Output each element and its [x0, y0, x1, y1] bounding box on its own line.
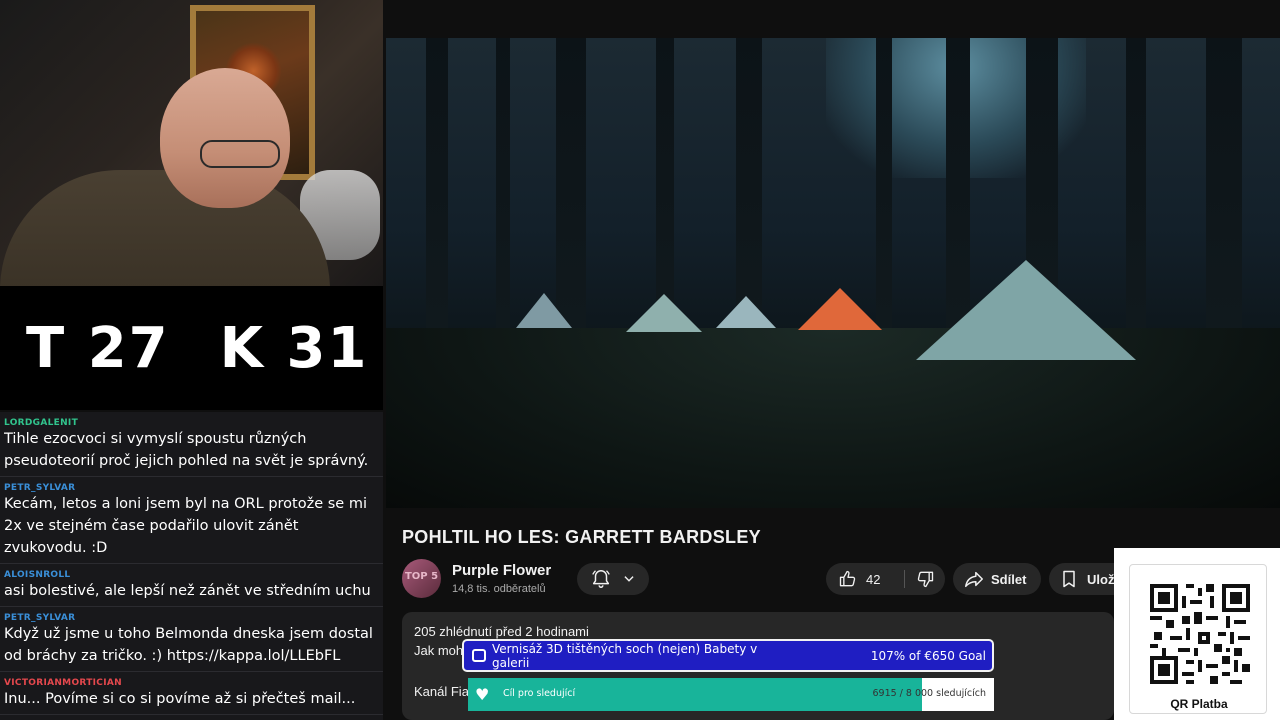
chat-message: ALOISNROLL asi bolestivé, ale lepší než … — [0, 564, 383, 607]
chat-username[interactable]: PETR_SYLVAR — [4, 483, 379, 493]
score-right: K 31 — [219, 315, 369, 381]
chat-message: PETR_SYLVAR Když už jsme u toho Belmonda… — [0, 607, 383, 672]
follower-goal-count: 6915 / 8 000 sledujících — [872, 688, 986, 699]
video-title: POHLTIL HO LES: GARRETT BARDSLEY — [402, 527, 761, 547]
thumbs-down-icon — [917, 571, 934, 588]
stream-layout: T 27 K 31 LORDGALENIT Tihle ezocvoci si … — [0, 0, 1280, 720]
chat-message: VICTORIANMORTICIAN Inu... Povíme si co s… — [0, 672, 383, 715]
score-panel: T 27 K 31 — [0, 286, 383, 410]
donation-goal-bar: Vernisáž 3D tištěných soch (nejen) Babet… — [462, 639, 994, 672]
tent-large — [916, 260, 1136, 360]
chat-text: Když už jsme u toho Belmonda dneska jsem… — [4, 626, 373, 664]
video-ground — [386, 328, 1280, 508]
qr-payment-card: QR Platba — [1114, 548, 1280, 720]
cup-icon — [472, 649, 486, 662]
dislike-button[interactable] — [905, 563, 945, 595]
chat-message: PETR_SYLVAR Kecám, letos a loni jsem byl… — [0, 477, 383, 564]
chat-username[interactable]: LORDGALENIT — [4, 418, 379, 428]
subscription-bell-button[interactable] — [577, 563, 649, 595]
tent — [626, 294, 702, 332]
qr-frame: QR Platba — [1129, 564, 1267, 714]
like-button[interactable]: 42 — [826, 563, 904, 595]
channel-avatar[interactable]: TOP 5 — [402, 559, 441, 598]
chevron-down-icon — [624, 576, 634, 582]
tent — [516, 293, 572, 328]
streamer-body — [0, 170, 330, 286]
follower-goal-bar: ♥ Cíl pro sledující 6915 / 8 000 sledují… — [468, 678, 994, 711]
chat-text: Tihle ezocvoci si vymyslí spoustu různýc… — [4, 431, 369, 469]
streamer-glasses — [200, 140, 280, 168]
tent — [716, 296, 776, 328]
avatar-text: TOP 5 — [404, 571, 439, 582]
goal-amount: 107% of €650 Goal — [870, 649, 986, 663]
like-dislike-group: 42 — [826, 563, 945, 595]
bell-icon — [592, 570, 610, 588]
chat-panel: LORDGALENIT Tihle ezocvoci si vymyslí sp… — [0, 412, 383, 720]
goal-title: Vernisáž 3D tištěných soch (nejen) Babet… — [492, 642, 758, 670]
share-button[interactable]: Sdílet — [953, 563, 1041, 595]
chat-text: asi bolestivé, ale lepší než zánět ve st… — [4, 583, 371, 599]
thumbs-up-icon — [839, 570, 856, 587]
chat-username[interactable]: PETR_SYLVAR — [4, 613, 379, 623]
like-count: 42 — [866, 571, 881, 587]
bookmark-icon — [1063, 570, 1075, 588]
chat-username[interactable]: ALOISNROLL — [4, 570, 379, 580]
save-label: Ulož — [1087, 571, 1115, 587]
channel-name[interactable]: Purple Flower — [452, 562, 551, 579]
subscriber-count: 14,8 tis. odběratelů — [452, 583, 546, 595]
streamer-head — [160, 68, 290, 208]
tent-orange — [798, 288, 882, 330]
description-line: Kanál Fia — [414, 684, 469, 699]
follower-goal-title: Cíl pro sledující — [503, 688, 576, 699]
views-and-date: 205 zhlédnutí před 2 hodinami — [414, 624, 589, 639]
qr-label: QR Platba — [1170, 697, 1228, 711]
share-label: Sdílet — [991, 571, 1027, 587]
chat-text: Inu... Povíme si co si povíme až si přeč… — [4, 691, 356, 707]
chat-message: LORDGALENIT Tihle ezocvoci si vymyslí sp… — [0, 412, 383, 477]
webcam-feed — [0, 0, 383, 286]
score-left: T 27 — [26, 315, 170, 381]
share-icon — [965, 571, 983, 588]
chat-username[interactable]: VICTORIANMORTICIAN — [4, 678, 379, 688]
video-player[interactable] — [386, 38, 1280, 508]
chat-text: Kecám, letos a loni jsem byl na ORL prot… — [4, 496, 367, 556]
qr-code-image — [1150, 584, 1250, 684]
heart-icon: ♥ — [475, 685, 490, 704]
